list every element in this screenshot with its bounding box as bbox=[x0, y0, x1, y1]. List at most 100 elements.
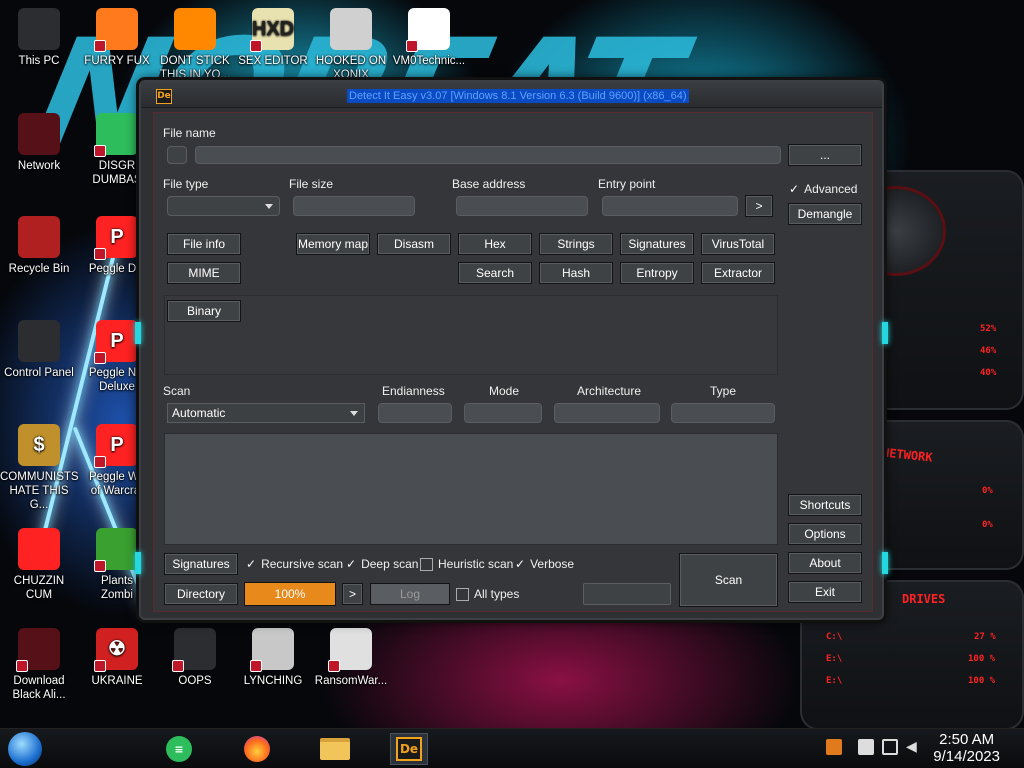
options-button[interactable]: Options bbox=[788, 523, 862, 545]
desktop-icon-download-black[interactable]: Download Black Ali... bbox=[0, 628, 78, 702]
desktop-icon-oops[interactable]: OOPS bbox=[156, 628, 234, 688]
desktop-icon-recycle-bin[interactable]: Recycle Bin bbox=[0, 216, 78, 276]
browse-button[interactable]: ... bbox=[788, 144, 862, 166]
taskbar-explorer[interactable] bbox=[318, 733, 352, 765]
deep-scan-checkbox[interactable]: ✓ Deep scan bbox=[346, 557, 418, 571]
window-glow-accent bbox=[882, 552, 888, 574]
desktop-icon-network[interactable]: Network bbox=[0, 113, 78, 173]
scan-mode-value: Automatic bbox=[172, 406, 226, 420]
shortcut-arrow-icon bbox=[94, 352, 106, 364]
advanced-checkbox[interactable]: ✓ Advanced bbox=[789, 182, 857, 196]
file-icon-box bbox=[167, 146, 187, 164]
hex-button[interactable]: Hex bbox=[458, 233, 532, 255]
taskbar: ≡ De ◀ 2:50 AM 9/14/2023 bbox=[0, 728, 1024, 768]
shortcut-arrow-icon bbox=[94, 145, 106, 157]
shortcut-arrow-icon bbox=[94, 660, 106, 672]
shortcuts-button[interactable]: Shortcuts bbox=[788, 494, 862, 516]
network-icon[interactable] bbox=[882, 739, 898, 755]
desktop-icon-this-pc[interactable]: This PC bbox=[0, 8, 78, 68]
control-panel-icon bbox=[18, 320, 60, 362]
taskbar-firefox[interactable] bbox=[240, 733, 274, 765]
base-address-label: Base address bbox=[452, 177, 526, 191]
taskbar-detect-it-easy[interactable]: De bbox=[390, 733, 428, 765]
drive-usage: 100 % bbox=[968, 654, 996, 664]
desktop-icon-sex-editor[interactable]: HXD SEX EDITOR bbox=[234, 8, 312, 68]
scan-mode-select[interactable]: Automatic bbox=[167, 403, 365, 423]
communists-icon: $ bbox=[18, 424, 60, 466]
desktop-icon-label: HOOKED ON bbox=[315, 55, 387, 67]
results-area[interactable] bbox=[164, 433, 778, 545]
deep-scan-label: Deep scan bbox=[361, 557, 419, 571]
desktop-icon-chuzzin-cum[interactable]: CHUZZIN CUM bbox=[0, 528, 78, 602]
recursive-scan-checkbox[interactable]: ✓ Recursive scan bbox=[246, 557, 343, 571]
file-name-label: File name bbox=[163, 126, 216, 140]
exit-button[interactable]: Exit bbox=[788, 581, 862, 603]
search-button[interactable]: Search bbox=[458, 262, 532, 284]
window-glow-accent bbox=[135, 322, 141, 344]
hash-button[interactable]: Hash bbox=[539, 262, 613, 284]
desktop-icon-communists[interactable]: $ COMMUNISTS HATE THIS G... bbox=[0, 424, 79, 512]
strings-button[interactable]: Strings bbox=[539, 233, 613, 255]
log-button[interactable]: Log bbox=[370, 583, 450, 605]
desktop-icon-label: HATE THIS G... bbox=[9, 485, 69, 511]
file-type-select[interactable] bbox=[167, 196, 280, 216]
start-orb-icon bbox=[8, 732, 42, 766]
desktop-icon-label: FURRY FUX bbox=[84, 55, 150, 67]
start-button[interactable] bbox=[6, 732, 44, 766]
desktop-icon-label: OOPS bbox=[178, 675, 212, 687]
signatures-bottom-button[interactable]: Signatures bbox=[164, 553, 238, 575]
signatures-button[interactable]: Signatures bbox=[620, 233, 694, 255]
detect-it-easy-window[interactable]: De Detect It Easy v3.07 [Windows 8.1 Ver… bbox=[135, 80, 888, 620]
scan-button[interactable]: Scan bbox=[679, 553, 778, 607]
all-types-label: All types bbox=[474, 587, 520, 601]
drive-usage: 100 % bbox=[968, 676, 996, 686]
memory-map-button[interactable]: Memory map bbox=[296, 233, 370, 255]
disgrace-dumbass-icon bbox=[94, 113, 138, 157]
all-types-checkbox[interactable]: All types bbox=[456, 587, 519, 601]
demangle-button[interactable]: Demangle bbox=[788, 203, 862, 225]
chevron-down-icon bbox=[350, 411, 358, 416]
desktop-icon-vm0technic[interactable]: VM0Technic... bbox=[390, 8, 468, 68]
title-bar[interactable]: De Detect It Easy v3.07 [Windows 8.1 Ver… bbox=[141, 82, 882, 108]
shortcut-arrow-icon bbox=[172, 660, 184, 672]
vm0technic-icon bbox=[406, 8, 450, 52]
entropy-button[interactable]: Entropy bbox=[620, 262, 694, 284]
action-center-icon[interactable] bbox=[858, 739, 874, 755]
shortcut-arrow-icon bbox=[406, 40, 418, 52]
endianness-field bbox=[378, 403, 452, 423]
drive-name: C:\ bbox=[826, 632, 843, 642]
file-name-input[interactable] bbox=[195, 146, 781, 164]
desktop-icon-furry-fux[interactable]: FURRY FUX bbox=[78, 8, 156, 68]
extractor-button[interactable]: Extractor bbox=[701, 262, 775, 284]
firefox-icon bbox=[244, 736, 270, 762]
desktop-icon-control-panel[interactable]: Control Panel bbox=[0, 320, 78, 380]
recycle-bin-icon bbox=[18, 216, 60, 258]
progress-next-button[interactable]: > bbox=[342, 583, 363, 605]
file-info-button[interactable]: File info bbox=[167, 233, 241, 255]
virustotal-button[interactable]: VirusTotal bbox=[701, 233, 775, 255]
tray-app-icon[interactable] bbox=[826, 739, 842, 755]
about-button[interactable]: About bbox=[788, 552, 862, 574]
mime-button[interactable]: MIME bbox=[167, 262, 241, 284]
file-size-label: File size bbox=[289, 177, 334, 191]
desktop-icon-ransomware[interactable]: RansomWar... bbox=[312, 628, 390, 688]
checkbox-empty-icon bbox=[456, 587, 469, 601]
taskbar-sheets[interactable]: ≡ bbox=[162, 733, 196, 765]
directory-button[interactable]: Directory bbox=[164, 583, 238, 605]
binary-button[interactable]: Binary bbox=[167, 300, 241, 322]
verbose-checkbox[interactable]: ✓ Verbose bbox=[515, 557, 574, 571]
desktop-icon-hooked-on-xonix[interactable]: HOOKED ON XONIX bbox=[312, 8, 390, 82]
cpu-bar-3: 40% bbox=[980, 368, 997, 378]
desktop-icon-lynching[interactable]: LYNCHING bbox=[234, 628, 312, 688]
desktop-icon-ukraine[interactable]: ☢ UKRAINE bbox=[78, 628, 156, 688]
heuristic-scan-checkbox[interactable]: Heuristic scan bbox=[420, 557, 513, 571]
verbose-label: Verbose bbox=[530, 557, 575, 571]
volume-icon[interactable]: ◀ bbox=[906, 739, 920, 755]
ransomware-icon bbox=[328, 628, 372, 672]
desktop-icon-dont-stick[interactable]: DONT STICK THIS IN YO... bbox=[156, 8, 234, 82]
disasm-button[interactable]: Disasm bbox=[377, 233, 451, 255]
network-label: NETWORK bbox=[881, 445, 934, 465]
entry-point-go-button[interactable]: > bbox=[745, 195, 773, 217]
entry-point-label: Entry point bbox=[598, 177, 656, 191]
clock[interactable]: 2:50 AM 9/14/2023 bbox=[933, 731, 1000, 765]
